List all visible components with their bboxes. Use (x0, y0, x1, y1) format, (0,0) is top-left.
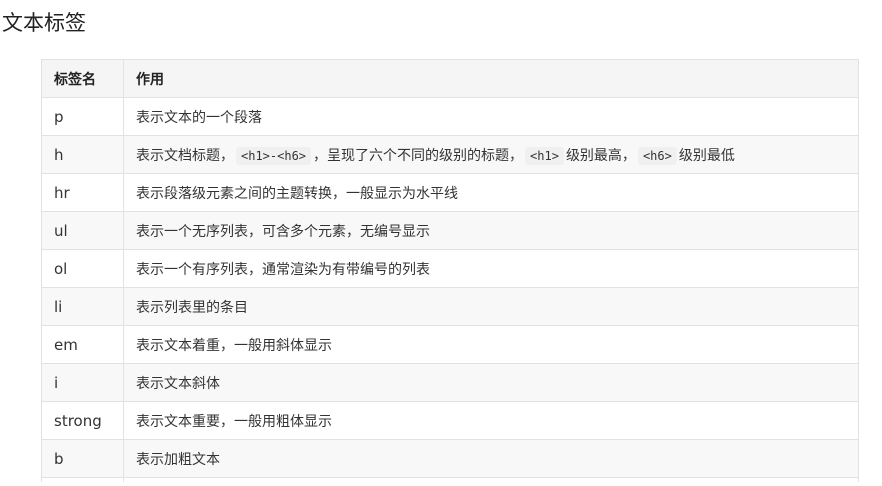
table-row: ul 表示一个无序列表，可含多个元素，无编号显示 (41, 211, 859, 250)
inline-code: <h6> (637, 146, 677, 165)
tag-cell: ol (41, 249, 124, 288)
header-purpose: 作用 (123, 59, 859, 98)
desc-cell: 表示加粗文本 (123, 439, 859, 478)
inline-code: <h1> (525, 146, 564, 165)
table-row: h 表示文档标题， <h1>-<h6> ，呈现了六个不同的级别的标题， <h1> 级别最… (41, 135, 859, 174)
tag-cell: h (41, 135, 124, 174)
desc-cell: 表示一个无序列表，可含多个元素，无编号显示 (123, 211, 859, 250)
page-title: 文本标签 (2, 11, 86, 35)
tag-cell: b (41, 439, 124, 478)
table-row: em 表示文本着重，一般用斜体显示 (41, 325, 859, 364)
table-row: p 表示文本的一个段落 (41, 97, 859, 136)
desc-cell: 表示文档标题， <h1>-<h6> ，呈现了六个不同的级别的标题， <h1> 级别最高，… (123, 135, 859, 174)
table-row-partial (41, 477, 859, 482)
desc-text: 级别最低 (678, 147, 735, 164)
tag-cell: hr (41, 173, 124, 212)
table-row: hr 表示段落级元素之间的主题转换，一般显示为水平线 (41, 173, 859, 212)
desc-cell: 表示一个有序列表，通常渲染为有带编号的列表 (123, 249, 859, 288)
tag-cell: p (41, 97, 124, 136)
tag-cell: i (41, 363, 124, 402)
table-row: ol 表示一个有序列表，通常渲染为有带编号的列表 (41, 249, 859, 288)
desc-cell: 表示段落级元素之间的主题转换，一般显示为水平线 (123, 173, 859, 212)
desc-cell: 表示文本斜体 (123, 363, 859, 402)
header-tag-name: 标签名 (41, 59, 124, 98)
table-header-row: 标签名 作用 (41, 59, 859, 98)
table-row: li 表示列表里的条目 (41, 287, 859, 326)
tag-cell: em (41, 325, 124, 364)
desc-text: ，呈现了六个不同的级别的标题， (313, 147, 524, 164)
desc-text: 表示文档标题， (136, 147, 234, 164)
table-row: b 表示加粗文本 (41, 439, 859, 478)
inline-code: <h1>-<h6> (236, 146, 312, 165)
table-row: i 表示文本斜体 (41, 363, 859, 402)
tag-cell: ul (41, 211, 124, 250)
tag-cell: li (41, 287, 124, 326)
desc-cell: 表示文本的一个段落 (123, 97, 859, 136)
desc-cell: 表示列表里的条目 (123, 287, 859, 326)
desc-text: 级别最高， (565, 147, 636, 164)
table-row: strong 表示文本重要，一般用粗体显示 (41, 401, 859, 440)
desc-cell: 表示文本重要，一般用粗体显示 (123, 401, 859, 440)
desc-cell: 表示文本着重，一般用斜体显示 (123, 325, 859, 364)
tag-cell: strong (41, 401, 124, 440)
tag-table: 标签名 作用 p 表示文本的一个段落 h 表示文档标题， <h1>-<h6> ，呈现… (41, 59, 859, 482)
